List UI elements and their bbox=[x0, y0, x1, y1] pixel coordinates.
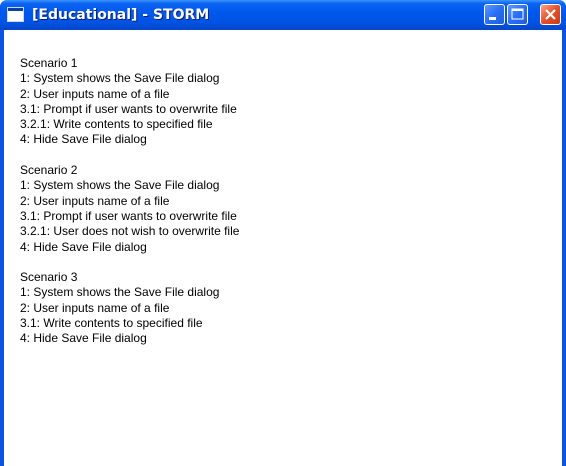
scenario-step: 4: Hide Save File dialog bbox=[20, 331, 147, 346]
scenario-list: Scenario 1 1: System shows the Save File … bbox=[20, 56, 239, 362]
scenario-block: Scenario 1 1: System shows the Save File … bbox=[20, 56, 239, 148]
close-button[interactable] bbox=[540, 4, 561, 25]
maximize-icon bbox=[511, 8, 524, 20]
title-bar[interactable]: [Educational] - STORM bbox=[0, 0, 566, 30]
scenario-step: 4: Hide Save File dialog bbox=[20, 132, 147, 147]
scenario-step: 3.2.1: Write contents to specified file bbox=[20, 117, 213, 132]
scenario-step: 3.1: Prompt if user wants to overwrite f… bbox=[20, 101, 237, 116]
window-app-icon[interactable] bbox=[7, 7, 24, 22]
scenario-step: 1: System shows the Save File dialog bbox=[20, 285, 220, 300]
scenario-step: 3.1: Write contents to specified file bbox=[20, 316, 203, 331]
scenario-step: 2: User inputs name of a file bbox=[20, 300, 170, 315]
scenario-step: 2: User inputs name of a file bbox=[20, 193, 170, 208]
maximize-button[interactable] bbox=[507, 4, 528, 25]
scenario-step: 3.2.1: User does not wish to overwrite f… bbox=[20, 224, 240, 239]
minimize-icon bbox=[489, 17, 496, 20]
scenario-block: Scenario 2 1: System shows the Save File … bbox=[20, 163, 239, 255]
content-area: Scenario 1 1: System shows the Save File … bbox=[4, 30, 562, 466]
scenario-heading: Scenario 2 bbox=[20, 163, 78, 178]
scenario-step: 1: System shows the Save File dialog bbox=[20, 71, 220, 86]
scenario-block: Scenario 3 1: System shows the Save File … bbox=[20, 270, 239, 346]
scenario-heading: Scenario 3 bbox=[20, 270, 78, 285]
scenario-step: 1: System shows the Save File dialog bbox=[20, 178, 220, 193]
window-title: [Educational] - STORM bbox=[32, 7, 210, 23]
storm-window: [Educational] - STORM Scenario 1 1: Syste… bbox=[0, 0, 566, 466]
scenario-heading: Scenario 1 bbox=[20, 56, 78, 70]
minimize-button[interactable] bbox=[484, 4, 505, 25]
scenario-step: 2: User inputs name of a file bbox=[20, 86, 170, 101]
scenario-step: 3.1: Prompt if user wants to overwrite f… bbox=[20, 208, 237, 223]
close-icon bbox=[545, 9, 556, 20]
scenario-step: 4: Hide Save File dialog bbox=[20, 239, 147, 254]
